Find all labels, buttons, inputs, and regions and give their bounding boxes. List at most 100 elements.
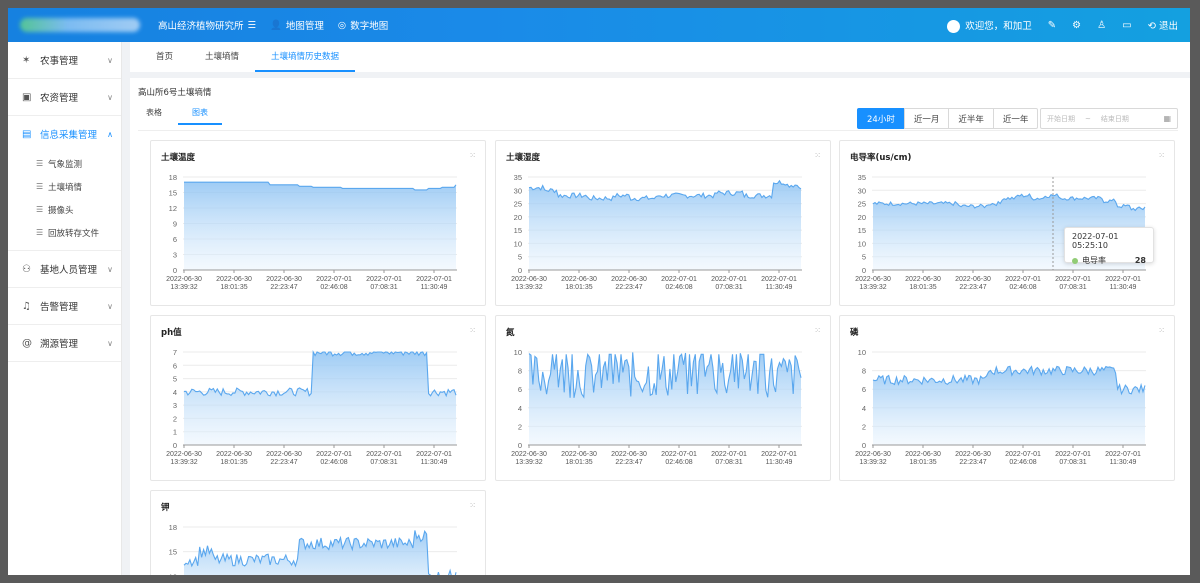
- x-tick-date: 2022-06-30: [561, 451, 597, 458]
- map-pin-icon: ◎: [337, 19, 347, 31]
- x-tick-date: 2022-06-30: [266, 276, 302, 283]
- x-tick-time: 22:23:47: [270, 284, 297, 291]
- y-tick-label: 35: [858, 173, 866, 182]
- chevron-down-icon: ∨: [107, 92, 113, 102]
- y-tick-label: 4: [518, 404, 522, 413]
- x-tick-time: 02:46:08: [1009, 459, 1036, 466]
- y-tick-label: 0: [862, 266, 866, 275]
- y-tick-label: 4: [173, 388, 177, 397]
- menu-supplies[interactable]: ▣ 农资管理 ∨: [8, 79, 121, 115]
- y-tick-label: 2: [173, 414, 177, 423]
- range-month-button[interactable]: 近一月: [903, 108, 950, 129]
- chart-svg: 03691215182022-06-3013:39:322022-06-3018…: [166, 173, 457, 291]
- menu-alarm[interactable]: ♫ 告警管理 ∨: [8, 288, 121, 324]
- wrench-icon[interactable]: ✎: [1048, 20, 1056, 31]
- user-welcome[interactable]: 欢迎您，和加卫: [947, 18, 1032, 33]
- x-tick-time: 22:23:47: [615, 284, 642, 291]
- list-icon: ☰: [36, 182, 44, 191]
- y-tick-label: 25: [514, 200, 522, 209]
- org-chart-icon[interactable]: ♙: [1097, 20, 1106, 31]
- x-tick-time: 07:08:31: [370, 284, 397, 291]
- x-tick-date: 2022-06-30: [955, 451, 991, 458]
- x-tick-time: 18:01:35: [220, 284, 247, 291]
- x-tick-date: 2022-07-01: [711, 451, 747, 458]
- x-tick-date: 2022-07-01: [661, 451, 697, 458]
- view-tab-table[interactable]: 表格: [138, 104, 170, 125]
- x-tick-time: 22:23:47: [959, 459, 986, 466]
- tab-soil[interactable]: 土壤墒情: [189, 50, 255, 72]
- y-tick-label: 10: [858, 348, 866, 357]
- x-tick-date: 2022-06-30: [955, 276, 991, 283]
- menu-trace[interactable]: @ 溯源管理 ∨: [8, 325, 121, 361]
- chart-svg: 051015202530352022-06-3013:39:322022-06-…: [855, 173, 1146, 291]
- y-tick-label: 5: [518, 253, 522, 262]
- y-tick-label: 7: [173, 348, 177, 357]
- y-tick-label: 18: [169, 173, 177, 182]
- y-tick-label: 2: [862, 422, 866, 431]
- x-tick-time: 11:30:49: [1110, 284, 1137, 291]
- x-tick-time: 07:08:31: [370, 459, 397, 466]
- y-tick-label: 25: [858, 200, 866, 209]
- range-selector: 24小时 近一月 近半年 近一年: [857, 108, 1039, 129]
- chart-card: ph值 ⁙ 0 1 2 3 4 5 6 7 2022-06-30 13:39:32 2022-06-30…: [150, 315, 486, 481]
- sidebar-item-playback[interactable]: ☰ 回放转存文件: [8, 221, 121, 244]
- menu-staff[interactable]: ⚇ 基地人员管理 ∨: [8, 251, 121, 287]
- x-tick-time: 13:39:32: [859, 284, 886, 291]
- org-selector[interactable]: 高山经济植物研究所 ☰: [158, 18, 256, 33]
- sidebar-item-camera[interactable]: ☰ 摄像头: [8, 198, 121, 221]
- date-range-picker[interactable]: 开始日期 ~ 结束日期 ▦: [1040, 108, 1178, 129]
- y-tick-label: 30: [514, 186, 522, 195]
- calendar-icon: ▦: [1163, 114, 1171, 123]
- x-tick-time: 18:01:35: [565, 459, 592, 466]
- x-tick-time: 11:30:49: [421, 284, 448, 291]
- date-end-input[interactable]: 结束日期: [1101, 114, 1129, 124]
- box-icon: ▣: [22, 91, 32, 103]
- x-tick-date: 2022-06-30: [905, 451, 941, 458]
- tab-soil-history[interactable]: 土壤墒情历史数据: [255, 50, 356, 72]
- x-tick-time: 07:08:31: [1059, 459, 1086, 466]
- screen-icon[interactable]: ▭: [1122, 20, 1131, 31]
- view-tab-chart[interactable]: 图表: [178, 104, 222, 125]
- chart-card: 磷 ⁙ 0 2 4 6 8 10 2022-06-30 13:39:32 2022-06-30 18:…: [839, 315, 1175, 481]
- menu-farming[interactable]: ✶ 农事管理 ∨: [8, 42, 121, 78]
- x-tick-date: 2022-07-01: [661, 276, 697, 283]
- x-tick-date: 2022-06-30: [611, 276, 647, 283]
- list-icon: ☰: [36, 205, 44, 214]
- nav-map-management[interactable]: 👤 地图管理: [270, 18, 324, 33]
- x-tick-date: 2022-07-01: [1005, 451, 1041, 458]
- y-tick-label: 15: [858, 226, 866, 235]
- x-tick-date: 2022-06-30: [855, 276, 891, 283]
- y-tick-label: 15: [169, 548, 177, 557]
- range-year-button[interactable]: 近一年: [992, 108, 1039, 129]
- x-tick-time: 13:39:32: [515, 284, 542, 291]
- series-area: [184, 182, 456, 270]
- tooltip-time: 2022-07-01 05:25:10: [1072, 232, 1119, 250]
- y-tick-label: 5: [173, 375, 177, 384]
- range-halfyear-button[interactable]: 近半年: [948, 108, 994, 129]
- x-tick-date: 2022-06-30: [905, 276, 941, 283]
- nav-digital-map[interactable]: ◎ 数字地图: [337, 18, 388, 33]
- x-tick-time: 11:30:49: [766, 284, 793, 291]
- sidebar-item-weather[interactable]: ☰ 气象监测: [8, 152, 121, 175]
- sidebar-item-soil[interactable]: ☰ 土壤墒情: [8, 175, 121, 198]
- x-tick-time: 07:08:31: [715, 284, 742, 291]
- tooltip-series: 电导率: [1082, 256, 1106, 265]
- x-tick-date: 2022-06-30: [266, 451, 302, 458]
- menu-info-collection[interactable]: ▤ 信息采集管理 ∧: [8, 116, 121, 152]
- date-start-input[interactable]: 开始日期: [1047, 114, 1075, 124]
- x-tick-date: 2022-07-01: [366, 276, 402, 283]
- series-area: [184, 352, 456, 445]
- x-tick-date: 2022-06-30: [216, 451, 252, 458]
- y-tick-label: 0: [173, 266, 177, 275]
- x-tick-date: 2022-07-01: [1105, 276, 1141, 283]
- settings-icon[interactable]: ⚙: [1072, 20, 1081, 31]
- range-24h-button[interactable]: 24小时: [857, 108, 905, 129]
- tab-home[interactable]: 首页: [140, 50, 189, 72]
- x-tick-date: 2022-06-30: [166, 451, 202, 458]
- logout-button[interactable]: ⟲ 退出: [1148, 18, 1178, 32]
- x-tick-date: 2022-07-01: [416, 276, 452, 283]
- y-tick-label: 9: [173, 220, 177, 229]
- series-dot: [1072, 257, 1078, 264]
- y-tick-label: 4: [862, 404, 866, 413]
- y-tick-label: 20: [858, 213, 866, 222]
